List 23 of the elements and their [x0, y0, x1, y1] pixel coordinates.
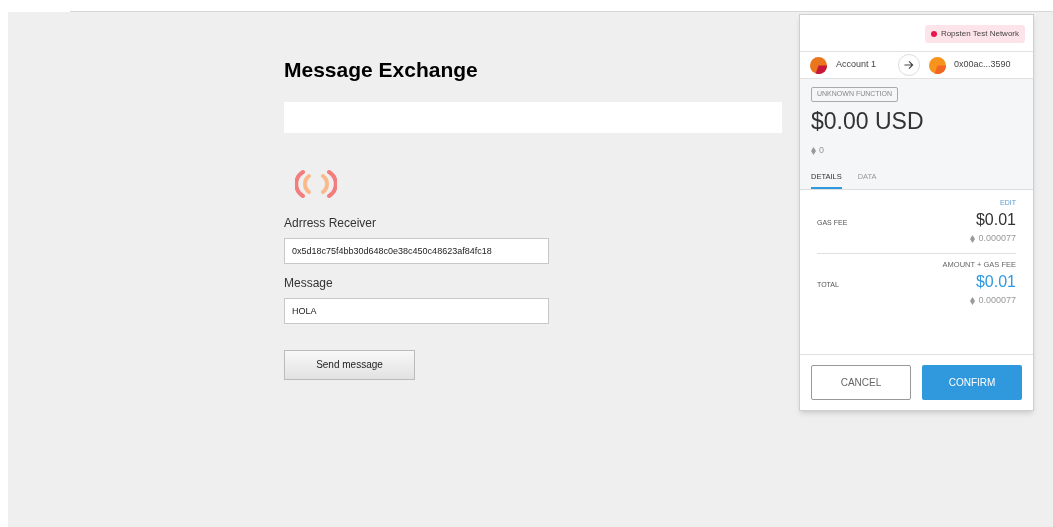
field-label: Message [284, 274, 333, 292]
arrow-right-icon [898, 54, 920, 76]
page-title: Message Exchange [284, 57, 478, 83]
avatar-icon [929, 56, 946, 74]
network-badge[interactable]: Ropsten Test Network [924, 25, 1025, 43]
loading-spinner-icon [295, 167, 337, 200]
ether-value: 0.000077 [978, 232, 1016, 246]
ether-icon [811, 146, 816, 155]
cancel-button[interactable]: CANCEL [811, 365, 911, 400]
send-button[interactable]: Send message [284, 349, 415, 380]
usd-value: $0.01 [975, 210, 1016, 231]
text-field[interactable]: 0x5d18c75f4bb30d648c0e38c450c48623af84fc18 [284, 237, 549, 264]
ether-amount: 0 [819, 144, 824, 157]
avatar-icon [810, 56, 827, 74]
text-field[interactable]: HOLA [284, 297, 549, 324]
usd-value: $0.01 [975, 272, 1016, 292]
account-name: Account 1 [836, 58, 878, 72]
ether-value: 0.000077 [978, 294, 1016, 307]
field-label: Adrress Receiver [284, 214, 377, 232]
recipient-address: 0x00ac...3590 [954, 58, 1011, 72]
amount-value: $0.00 USD [811, 106, 924, 136]
ether-icon [970, 235, 976, 243]
ether-icon [970, 296, 976, 305]
